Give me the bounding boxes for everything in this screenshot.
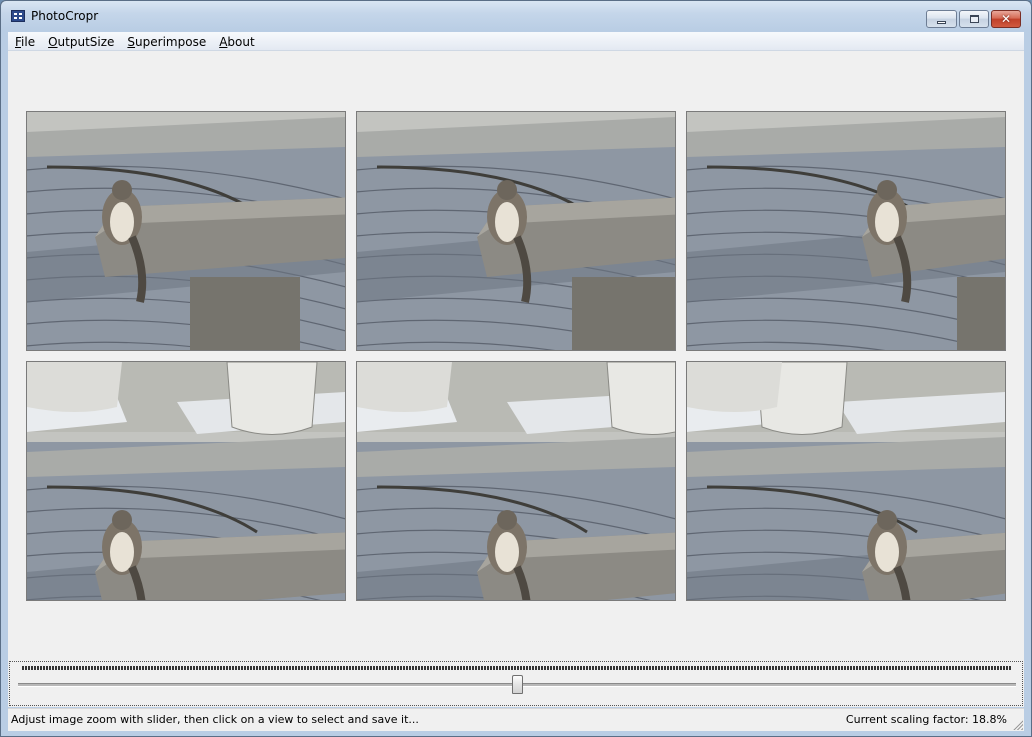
zoom-slider-panel [9,661,1023,706]
window-title: PhotoCropr [31,9,99,23]
maximize-icon [970,15,979,23]
crop-preview-3[interactable] [686,111,1006,351]
zoom-slider-thumb[interactable] [512,675,523,694]
menu-outputsize-label: utputSize [57,35,115,49]
crop-preview-2[interactable] [356,111,676,351]
status-bar: Adjust image zoom with slider, then clic… [8,708,1024,731]
menu-about-label: bout [227,35,255,49]
close-button[interactable]: ✕ [991,10,1021,28]
crop-preview-6[interactable] [686,361,1006,601]
menu-outputsize[interactable]: OutputSize [41,32,120,50]
app-icon[interactable] [11,10,25,22]
menu-superimpose-hotkey: S [127,35,136,49]
close-icon: ✕ [1000,12,1012,26]
title-bar[interactable]: PhotoCropr ✕ [1,1,1031,31]
maximize-button[interactable] [959,10,989,28]
app-window: PhotoCropr ✕ File OutputSize Superimpose Ab… [0,0,1032,737]
crop-preview-5[interactable] [356,361,676,601]
minimize-icon [937,21,946,24]
menu-file-label: ile [21,35,36,49]
preview-photo [357,112,675,350]
menu-bar: File OutputSize Superimpose About [8,32,1024,51]
menu-about[interactable]: About [212,32,261,50]
preview-photo [687,362,1005,600]
minimize-button[interactable] [926,10,957,28]
preview-photo [27,112,345,350]
crop-preview-1[interactable] [26,111,346,351]
client-area [8,51,1024,707]
menu-superimpose[interactable]: Superimpose [120,32,212,50]
menu-superimpose-label: uperimpose [135,35,207,49]
preview-photo [687,112,1005,350]
preview-photo [27,362,345,600]
menu-outputsize-hotkey: O [48,35,58,49]
menu-file[interactable]: File [8,32,41,50]
resize-grip-icon[interactable] [1011,718,1023,730]
preview-photo [357,362,675,600]
slider-ticks [22,666,1012,670]
status-scaling-factor: Current scaling factor: 18.8% [845,713,1007,726]
status-hint: Adjust image zoom with slider, then clic… [11,713,419,726]
crop-preview-4[interactable] [26,361,346,601]
